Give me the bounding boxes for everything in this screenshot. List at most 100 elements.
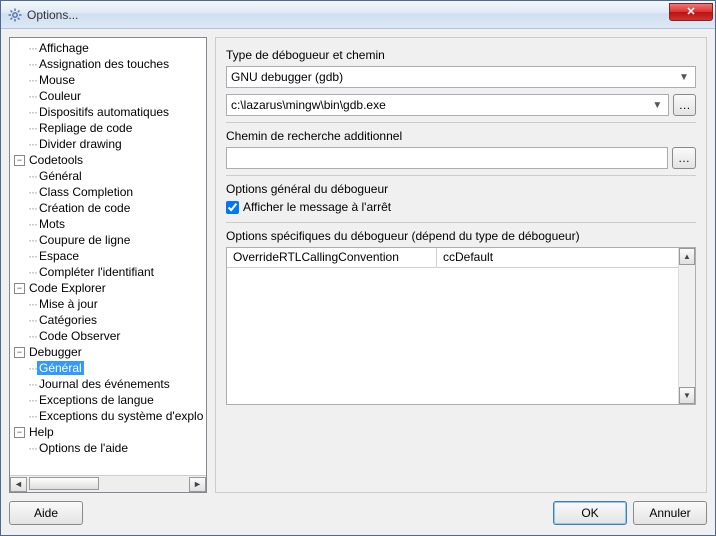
tree-item-label: Compléter l'identifiant <box>37 265 156 279</box>
tree-item-label: Catégories <box>37 313 99 327</box>
tree-item-label: Assignation des touches <box>37 57 171 71</box>
tree-item-label: Couleur <box>37 89 83 103</box>
tree-item[interactable]: ···Mouse <box>10 72 206 88</box>
tree-item[interactable]: −Codetools <box>10 152 206 168</box>
tree-item[interactable]: −Help <box>10 424 206 440</box>
minus-icon[interactable]: − <box>14 427 25 438</box>
search-path-input[interactable] <box>226 147 668 169</box>
tree-item-label: Repliage de code <box>37 121 134 135</box>
tree-item[interactable]: ···Espace <box>10 248 206 264</box>
scroll-down-icon[interactable]: ▼ <box>679 387 695 404</box>
gear-icon <box>7 7 23 23</box>
tree-item-label: Affichage <box>37 41 91 55</box>
titlebar[interactable]: Options... ✕ <box>1 1 715 29</box>
tree-item[interactable]: −Code Explorer <box>10 280 206 296</box>
browse-search-path-button[interactable]: … <box>672 147 696 169</box>
tree-item[interactable]: ···Dispositifs automatiques <box>10 104 206 120</box>
scroll-left-icon[interactable]: ◄ <box>10 477 27 492</box>
minus-icon[interactable]: − <box>14 155 25 166</box>
show-stop-message-checkbox[interactable] <box>226 201 239 214</box>
tree-item[interactable]: ···Couleur <box>10 88 206 104</box>
tree-item[interactable]: ···Général <box>10 168 206 184</box>
window-title: Options... <box>27 8 78 22</box>
tree-item-label: Général <box>37 361 84 375</box>
tree-item-label: Mouse <box>37 73 77 87</box>
options-dialog: Options... ✕ ···Affichage···Assignation … <box>0 0 716 536</box>
tree-branch-icon: ··· <box>28 265 37 279</box>
tree-item-label: Class Completion <box>37 185 135 199</box>
debugger-type-label: Type de débogueur et chemin <box>226 48 696 62</box>
tree-item[interactable]: ···Class Completion <box>10 184 206 200</box>
close-button[interactable]: ✕ <box>669 3 713 21</box>
tree-item[interactable]: ···Affichage <box>10 40 206 56</box>
tree-item[interactable]: ···Coupure de ligne <box>10 232 206 248</box>
category-tree[interactable]: ···Affichage···Assignation des touches··… <box>10 38 206 475</box>
tree-branch-icon: ··· <box>28 41 37 55</box>
scroll-thumb[interactable] <box>29 477 99 490</box>
grid-property-name[interactable]: OverrideRTLCallingConvention <box>227 248 437 268</box>
tree-branch-icon: ··· <box>28 169 37 183</box>
tree-branch-icon: ··· <box>28 105 37 119</box>
tree-item[interactable]: ···Mots <box>10 216 206 232</box>
tree-item-label: Espace <box>37 249 81 263</box>
tree-item[interactable]: −Debugger <box>10 344 206 360</box>
minus-icon[interactable]: − <box>14 347 25 358</box>
tree-branch-icon: ··· <box>28 361 37 375</box>
tree-branch-icon: ··· <box>28 233 37 247</box>
tree-item[interactable]: ···Assignation des touches <box>10 56 206 72</box>
tree-item[interactable]: ···Journal des événements <box>10 376 206 392</box>
debugger-type-combo[interactable]: GNU debugger (gdb) ▼ <box>226 66 696 88</box>
tree-branch-icon: ··· <box>28 121 37 135</box>
tree-item[interactable]: ···Catégories <box>10 312 206 328</box>
dialog-footer: Aide OK Annuler <box>9 499 707 527</box>
tree-branch-icon: ··· <box>28 73 37 87</box>
tree-item-label: Code Observer <box>37 329 122 343</box>
help-button[interactable]: Aide <box>9 501 83 525</box>
tree-item-label: Divider drawing <box>37 137 124 151</box>
tree-item[interactable]: ···Code Observer <box>10 328 206 344</box>
tree-item-label: Dispositifs automatiques <box>37 105 171 119</box>
tree-item[interactable]: ···Repliage de code <box>10 120 206 136</box>
tree-item[interactable]: ···Mise à jour <box>10 296 206 312</box>
show-stop-message-label: Afficher le message à l'arrêt <box>243 200 391 214</box>
scroll-right-icon[interactable]: ► <box>189 477 206 492</box>
settings-panel: Type de débogueur et chemin GNU debugger… <box>215 37 707 493</box>
tree-hscrollbar[interactable]: ◄ ► <box>10 475 206 492</box>
tree-branch-icon: ··· <box>28 313 37 327</box>
browse-path-button[interactable]: … <box>673 94 696 116</box>
ok-button[interactable]: OK <box>553 501 627 525</box>
chevron-down-icon: ▼ <box>650 100 664 111</box>
debugger-path-combo[interactable]: c:\lazarus\mingw\bin\gdb.exe ▼ <box>226 94 669 116</box>
tree-branch-icon: ··· <box>28 137 37 151</box>
tree-item-label: Options de l'aide <box>37 441 130 455</box>
category-tree-panel: ···Affichage···Assignation des touches··… <box>9 37 207 493</box>
tree-branch-icon: ··· <box>28 185 37 199</box>
tree-branch-icon: ··· <box>28 201 37 215</box>
tree-item[interactable]: ···Exceptions de langue <box>10 392 206 408</box>
debugger-type-value: GNU debugger (gdb) <box>231 70 677 84</box>
tree-branch-icon: ··· <box>28 329 37 343</box>
tree-branch-icon: ··· <box>28 377 37 391</box>
dialog-body: ···Affichage···Assignation des touches··… <box>1 29 715 535</box>
cancel-button[interactable]: Annuler <box>633 501 707 525</box>
tree-item[interactable]: ···Options de l'aide <box>10 440 206 456</box>
debugger-properties-grid[interactable]: OverrideRTLCallingConvention ccDefault ▲… <box>226 247 696 405</box>
minus-icon[interactable]: − <box>14 283 25 294</box>
specific-options-label: Options spécifiques du débogueur (dépend… <box>226 229 696 243</box>
tree-item-label: Mise à jour <box>37 297 100 311</box>
general-options-label: Options général du débogueur <box>226 182 696 196</box>
tree-branch-icon: ··· <box>28 89 37 103</box>
scroll-up-icon[interactable]: ▲ <box>679 248 695 265</box>
tree-item-label: Coupure de ligne <box>37 233 132 247</box>
chevron-down-icon: ▼ <box>677 72 691 83</box>
close-icon: ✕ <box>686 5 695 18</box>
scroll-track[interactable] <box>27 477 189 492</box>
tree-item[interactable]: ···Divider drawing <box>10 136 206 152</box>
tree-item[interactable]: ···Général <box>10 360 206 376</box>
tree-item[interactable]: ···Compléter l'identifiant <box>10 264 206 280</box>
tree-item[interactable]: ···Création de code <box>10 200 206 216</box>
grid-vscrollbar[interactable]: ▲ ▼ <box>678 248 695 404</box>
tree-branch-icon: ··· <box>28 57 37 71</box>
grid-property-value[interactable]: ccDefault <box>437 248 695 268</box>
tree-item[interactable]: ···Exceptions du système d'explo <box>10 408 206 424</box>
